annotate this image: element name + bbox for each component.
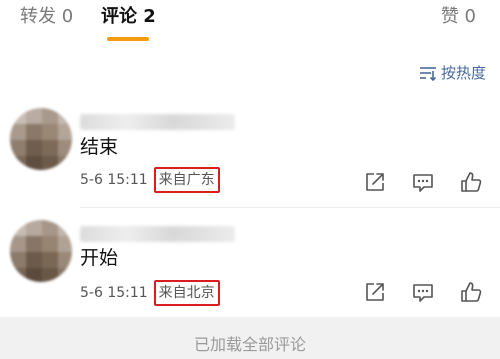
share-icon[interactable] <box>363 280 387 304</box>
thumbs-up-icon[interactable] <box>459 280 483 304</box>
share-icon[interactable] <box>363 170 387 194</box>
thumbs-up-icon[interactable] <box>459 170 483 194</box>
comment-text: 开始 <box>80 247 119 269</box>
comment-icon[interactable] <box>411 170 435 194</box>
active-tab-indicator <box>107 37 149 41</box>
sort-lines-icon <box>419 66 437 81</box>
comment-meta: 5-6 15:11 来自北京 <box>80 280 220 306</box>
sort-by-hot-button[interactable]: 按热度 <box>419 62 486 83</box>
avatar[interactable] <box>10 220 72 282</box>
sort-label: 按热度 <box>440 64 486 82</box>
username-redacted[interactable] <box>80 114 235 130</box>
comment-location: 来自广东 <box>153 167 220 193</box>
tab-like[interactable]: 赞 0 <box>441 4 476 30</box>
comment-text: 结束 <box>80 136 119 158</box>
tab-repost[interactable]: 转发 0 <box>20 4 73 30</box>
comment-divider <box>80 207 500 208</box>
comment-location: 来自北京 <box>153 280 220 306</box>
username-redacted[interactable] <box>80 226 235 242</box>
comment-time: 5-6 15:11 <box>80 172 148 188</box>
avatar[interactable] <box>10 108 72 170</box>
tab-bar: 转发 0 评论 2 赞 0 <box>0 0 500 42</box>
comment-meta: 5-6 15:11 来自广东 <box>80 167 220 193</box>
all-comments-loaded: 已加载全部评论 <box>0 317 500 359</box>
tab-comment[interactable]: 评论 2 <box>101 4 156 30</box>
comment-time: 5-6 15:11 <box>80 285 148 301</box>
comment-icon[interactable] <box>411 280 435 304</box>
